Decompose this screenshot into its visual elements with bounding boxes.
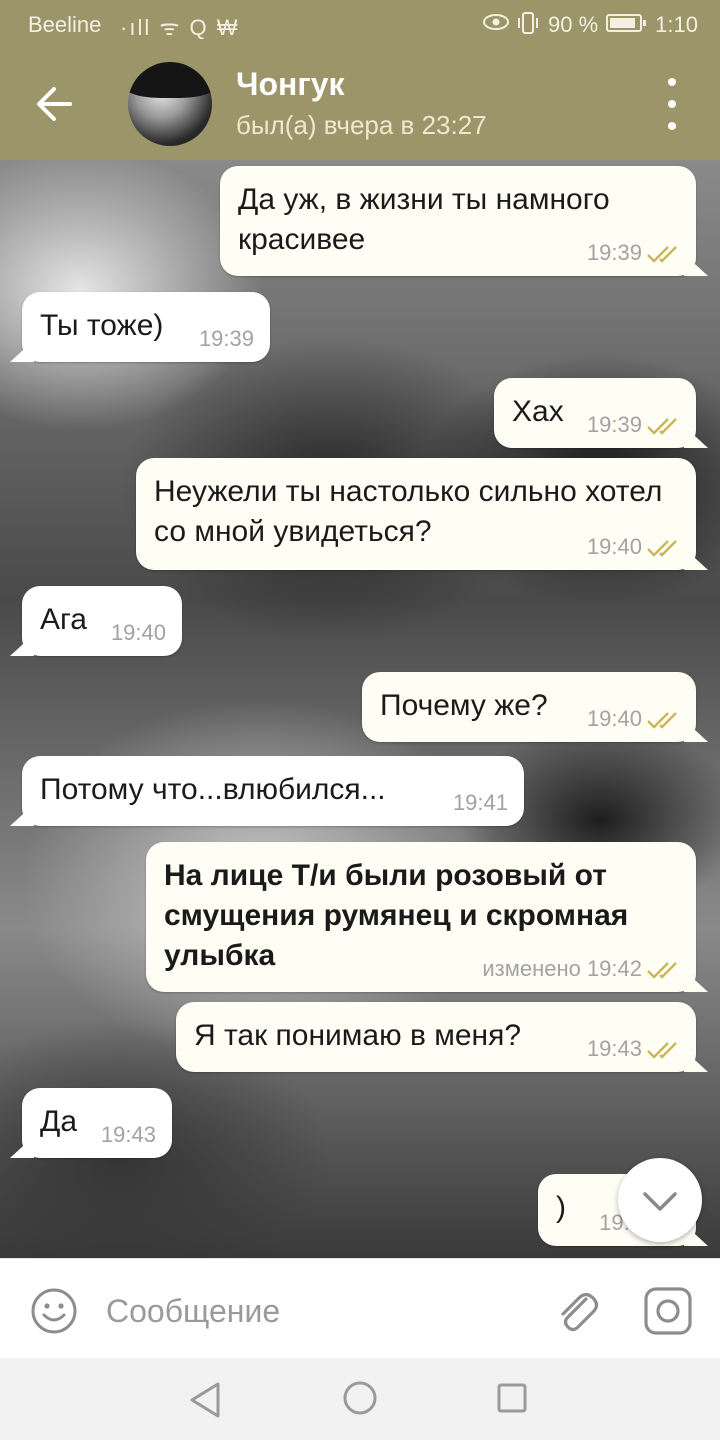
status-bar: Beeline ·ıll ᯤ Q ₩ 90 % 1:10 <box>0 0 720 48</box>
bubble-tail <box>10 340 34 362</box>
avatar-hair <box>128 62 212 98</box>
contact-name[interactable]: Чонгук <box>236 66 345 103</box>
more-menu-icon[interactable] <box>648 78 696 130</box>
message-outgoing[interactable]: На лице Т/и были розовый от смущения рум… <box>146 842 708 992</box>
emoji-icon[interactable] <box>30 1287 78 1335</box>
message-time: 19:39 <box>586 412 642 437</box>
message-time: 19:40 <box>110 620 166 645</box>
chat-messages-area[interactable]: Да уж, в жизни ты намного красивее 19:39… <box>0 160 720 1258</box>
chevron-down-icon <box>643 1192 677 1211</box>
back-arrow-icon[interactable] <box>22 72 86 136</box>
double-check-icon <box>647 1042 677 1059</box>
battery-percent: 90 % <box>548 12 599 37</box>
message-outgoing[interactable]: Да уж, в жизни ты намного красивее 19:39 <box>220 166 708 276</box>
bubble-tail <box>684 254 708 276</box>
message-time: 19:40 <box>586 534 642 559</box>
carrier-name: Beeline <box>28 12 102 37</box>
message-time: 19:43 <box>100 1122 156 1147</box>
system-navigation-bar <box>0 1358 720 1440</box>
double-check-icon <box>647 540 677 557</box>
message-time: 19:43 <box>586 1036 642 1061</box>
nav-home-icon[interactable] <box>342 1380 378 1416</box>
bubble-tail <box>684 720 708 742</box>
avatar[interactable] <box>128 62 212 146</box>
message-time: 19:41 <box>452 790 508 815</box>
battery-level-fill <box>610 18 636 28</box>
menu-dot <box>668 78 676 86</box>
bubble-tail <box>684 1050 708 1072</box>
message-incoming[interactable]: Ага 19:40 <box>10 586 182 656</box>
chat-header: Чонгук был(а) вчера в 23:27 <box>0 48 720 160</box>
message-incoming[interactable]: Да 19:43 <box>10 1088 172 1158</box>
double-check-icon <box>647 962 677 979</box>
nav-recent-apps-icon[interactable] <box>496 1382 528 1414</box>
menu-dot <box>668 122 676 130</box>
message-outgoing[interactable]: Хах 19:39 <box>494 378 708 448</box>
bubble-tail <box>684 548 708 570</box>
double-check-icon <box>647 246 677 263</box>
message-input[interactable] <box>104 1285 528 1337</box>
last-seen-status: был(а) вчера в 23:27 <box>236 110 487 140</box>
instant-camera-icon[interactable] <box>642 1285 694 1337</box>
message-time: 19:39 <box>198 326 254 351</box>
bubble-tail <box>10 1136 34 1158</box>
vibrate-icon <box>518 12 538 34</box>
double-check-icon <box>647 418 677 435</box>
message-time: изменено 19:42 <box>482 956 642 981</box>
menu-dot <box>668 100 676 108</box>
bubble-tail <box>684 970 708 992</box>
message-outgoing[interactable]: Почему же? 19:40 <box>362 672 708 742</box>
bubble-tail <box>10 804 34 826</box>
eye-icon <box>483 14 509 30</box>
double-check-icon <box>647 712 677 729</box>
nav-back-icon[interactable] <box>188 1380 224 1420</box>
bubble-tail <box>10 634 34 656</box>
battery-icon <box>606 14 646 32</box>
message-time: 19:40 <box>586 706 642 731</box>
message-composer <box>0 1258 720 1359</box>
message-outgoing[interactable]: Я так понимаю в меня? 19:43 <box>176 1002 708 1072</box>
bubble-tail <box>684 426 708 448</box>
scroll-down-button[interactable] <box>618 1158 702 1242</box>
message-incoming[interactable]: Ты тоже) 19:39 <box>10 292 270 362</box>
clock: 1:10 <box>655 12 698 37</box>
message-incoming[interactable]: Потому что...влюбился... 19:41 <box>10 756 524 826</box>
paperclip-icon[interactable] <box>552 1285 600 1337</box>
message-text: Потому что...влюбился... <box>40 773 386 806</box>
signal-wifi-icons: ·ıll ᯤ Q ₩ <box>120 15 240 40</box>
message-time: 19:39 <box>586 240 642 265</box>
message-outgoing[interactable]: Неужели ты настолько сильно хотел со мно… <box>136 458 708 570</box>
